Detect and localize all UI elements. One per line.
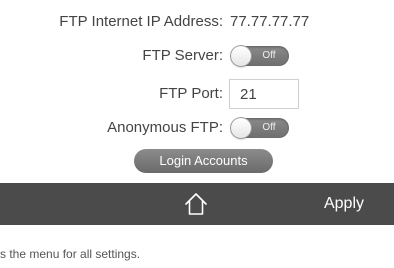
- anonymous-ftp-toggle[interactable]: Off: [231, 118, 289, 138]
- anonymous-ftp-label: Anonymous FTP:: [107, 119, 223, 136]
- anonymous-ftp-row: Anonymous FTP: Off: [0, 113, 394, 143]
- home-icon[interactable]: [182, 190, 210, 218]
- ftp-port-row: FTP Port:: [0, 79, 394, 109]
- apply-button[interactable]: Apply: [324, 183, 364, 225]
- ftp-ip-label: FTP Internet IP Address:: [59, 13, 223, 30]
- ftp-server-label: FTP Server:: [142, 47, 223, 64]
- toggle-knob: [231, 46, 251, 66]
- bottom-action-bar: Apply: [0, 183, 394, 225]
- ftp-settings-panel: FTP Internet IP Address: 77.77.77.77 FTP…: [0, 0, 394, 236]
- ftp-server-row: FTP Server: Off: [0, 41, 394, 71]
- toggle-state-text: Off: [262, 122, 276, 133]
- ftp-ip-row: FTP Internet IP Address: 77.77.77.77: [0, 7, 394, 37]
- ftp-ip-value: 77.77.77.77: [230, 13, 310, 30]
- toggle-knob: [231, 118, 251, 138]
- ftp-server-toggle[interactable]: Off: [231, 46, 289, 66]
- login-accounts-button[interactable]: Login Accounts: [134, 149, 273, 173]
- caption-text: s the menu for all settings.: [0, 247, 141, 261]
- toggle-state-text: Off: [262, 50, 276, 61]
- ftp-port-label: FTP Port:: [159, 85, 223, 102]
- ftp-port-input[interactable]: [229, 79, 299, 109]
